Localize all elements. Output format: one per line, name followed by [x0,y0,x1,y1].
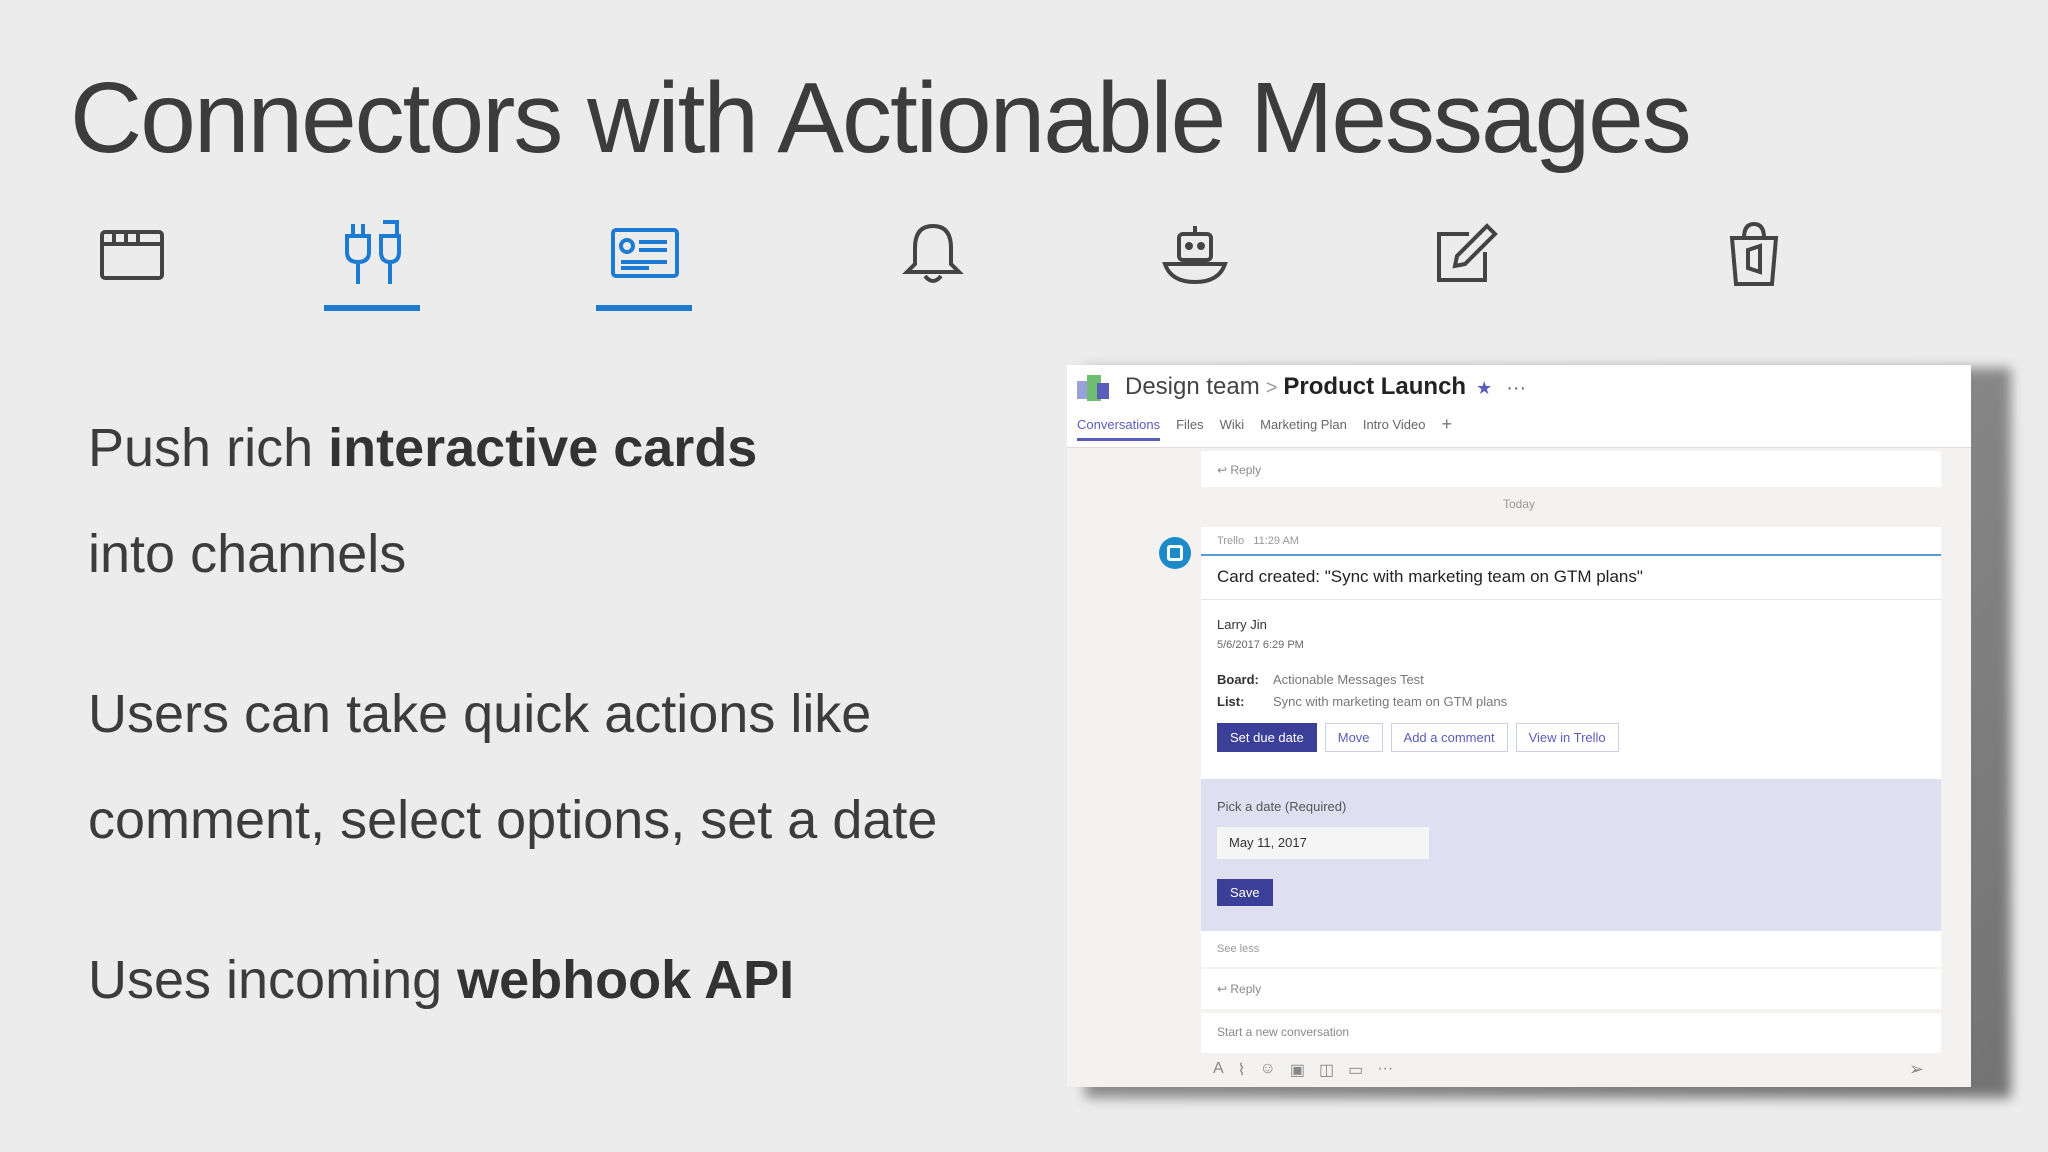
tab-intro-video[interactable]: Intro Video [1363,417,1426,441]
tab-conversations[interactable]: Conversations [1077,417,1161,441]
compose-icon [1425,214,1505,294]
tabs-icon [92,214,172,294]
card-actions: Set due date Move Add a comment View in … [1217,723,1619,752]
card-reply-bar: ↩ Reply [1201,969,1941,1009]
more-icon[interactable]: ··· [1377,1060,1393,1080]
breadcrumb-separator: > [1265,377,1278,399]
more-options-icon[interactable]: ··· [1506,377,1526,399]
fact-board: Board: Actionable Messages Test [1217,672,1424,687]
save-button[interactable]: Save [1217,879,1273,906]
set-due-date-button[interactable]: Set due date [1217,723,1317,752]
connectors-icon [333,214,413,294]
connectors-underline [324,305,420,311]
send-icon[interactable]: ➢ [1909,1059,1924,1080]
meet-icon[interactable]: ▭ [1348,1060,1363,1080]
cards-underline [596,305,692,311]
fact-list: List: Sync with marketing team on GTM pla… [1217,694,1508,709]
due-date-panel: Pick a date (Required) May 11, 2017 Save [1201,779,1941,931]
team-logo-icon [1077,375,1109,401]
add-comment-button[interactable]: Add a comment [1390,723,1508,752]
attach-icon[interactable]: ⌇ [1238,1060,1246,1080]
card-divider [1201,599,1941,600]
emoji-icon[interactable]: ☺ [1259,1060,1275,1080]
add-tab-icon[interactable]: + [1441,415,1452,441]
channel-header: Design team > Product Launch ★ ··· Conversat… [1067,365,1971,448]
previous-message: ↩ Reply [1201,451,1941,487]
bot-icon [1155,214,1235,294]
tab-files[interactable]: Files [1176,417,1203,441]
bullet-2-line-2: comment, select options, set a date [88,790,938,850]
connector-card: Trello 11:29 AM Card created: "Sync with… [1201,527,1941,967]
channel-tabs: Conversations Files Wiki Marketing Plan … [1077,415,1452,441]
favorite-star-icon[interactable]: ★ [1476,378,1492,398]
channel-name[interactable]: Product Launch [1283,373,1466,400]
date-input[interactable]: May 11, 2017 [1217,827,1429,859]
trello-avatar-icon[interactable] [1159,537,1191,569]
reply-link[interactable]: ↩ Reply [1217,982,1261,996]
view-in-trello-button[interactable]: View in Trello [1515,723,1619,752]
gif-icon[interactable]: ▣ [1290,1060,1305,1080]
bullet-2-line-1: Users can take quick actions like [88,684,872,744]
slide-title: Connectors with Actionable Messages [70,62,1692,174]
card-accent-line [1201,554,1941,556]
team-name[interactable]: Design team [1125,373,1260,400]
cards-icon [605,214,685,294]
compose-placeholder: Start a new conversation [1217,1025,1350,1039]
compose-box[interactable]: Start a new conversation [1201,1013,1941,1053]
card-author: Larry Jin [1217,617,1267,632]
sticker-icon[interactable]: ◫ [1319,1060,1334,1080]
compose-toolbar: A ⌇ ☺ ▣ ◫ ▭ ··· [1213,1060,1393,1080]
see-less-link[interactable]: See less [1217,943,1259,955]
message-meta: Trello 11:29 AM [1217,535,1299,547]
bell-icon [893,214,973,294]
reply-link[interactable]: ↩ Reply [1217,463,1261,477]
move-button[interactable]: Move [1324,723,1383,752]
bullet-3: Uses incoming webhook API [88,950,795,1010]
teams-screenshot: Design team > Product Launch ★ ··· Conversat… [1067,365,1971,1087]
format-icon[interactable]: A [1213,1060,1224,1080]
bullet-1-line-2: into channels [88,524,407,584]
card-title: Card created: "Sync with marketing team … [1217,567,1643,586]
date-label: Pick a date (Required) [1217,799,1347,814]
card-date: 5/6/2017 6:29 PM [1217,639,1304,651]
store-icon [1714,214,1794,294]
breadcrumb: Design team > Product Launch ★ ··· [1125,373,1526,401]
tab-marketing-plan[interactable]: Marketing Plan [1260,417,1347,441]
date-divider: Today [1502,497,1536,511]
bullet-1-line-1: Push rich interactive cards [88,418,758,478]
tab-wiki[interactable]: Wiki [1220,417,1245,441]
